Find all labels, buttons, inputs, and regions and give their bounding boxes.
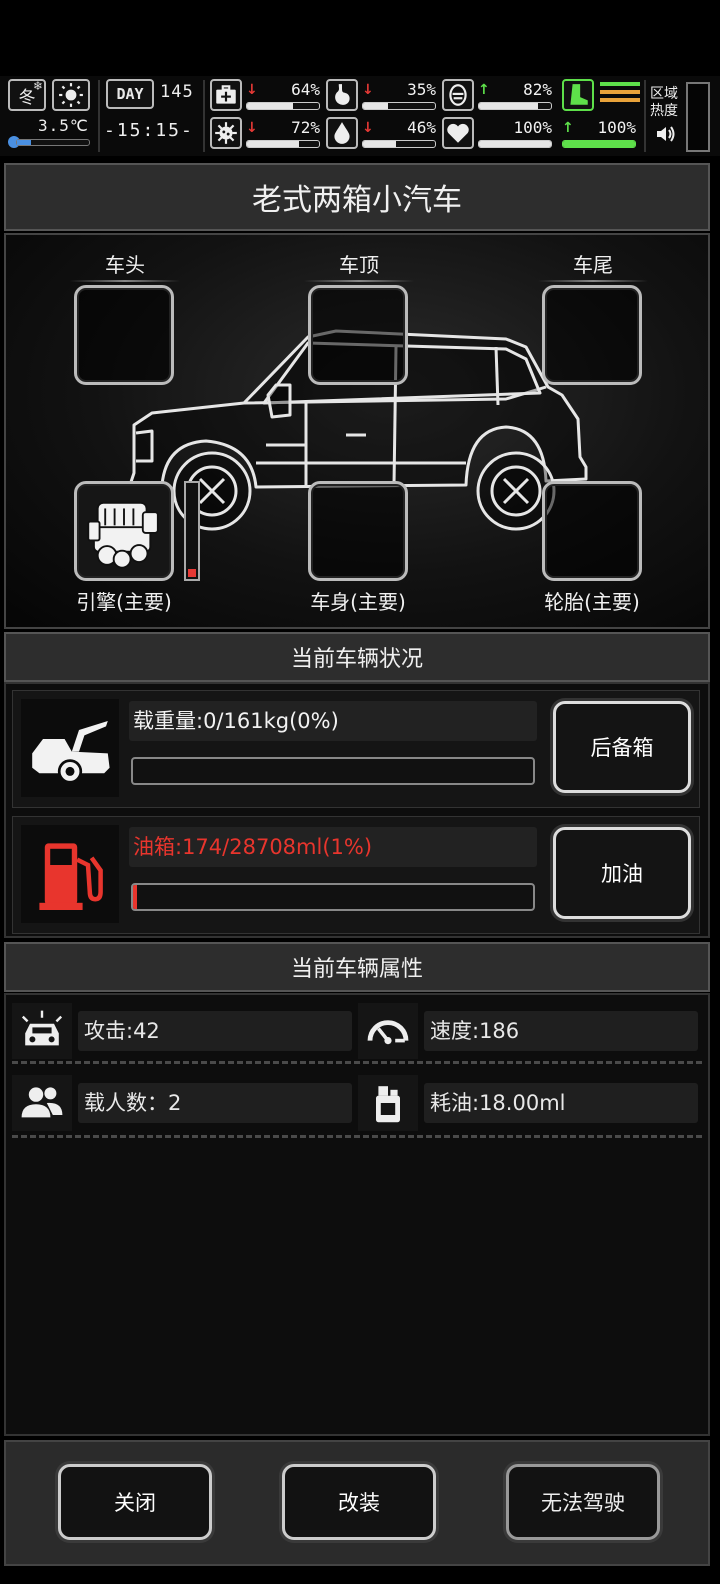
health-stat: ↓ 64% <box>246 80 324 114</box>
fuel-fill <box>133 885 137 909</box>
engine-level-meter <box>184 481 200 581</box>
slot-engine[interactable] <box>74 481 174 581</box>
car-crash-icon <box>12 1003 72 1059</box>
refuel-button[interactable]: 加油 <box>553 827 691 919</box>
fuel-text: 油箱:174/28708ml(1%) <box>129 827 537 867</box>
speaker-icon[interactable] <box>654 122 680 146</box>
slot-label-roof: 车顶 <box>304 249 414 282</box>
stamina-stat: ↑ 100% <box>562 118 640 152</box>
day-badge: DAY <box>106 79 154 109</box>
passengers-value: 载人数：2 <box>78 1083 352 1123</box>
stat-fill <box>479 141 551 147</box>
virus-icon <box>210 117 242 149</box>
people-icon <box>12 1075 72 1131</box>
fuel-pump-icon <box>21 825 119 923</box>
fuel-bar <box>131 883 535 911</box>
stat-fill <box>363 141 397 147</box>
engine-level-fill <box>188 569 196 577</box>
stat-value: 46% <box>407 118 436 137</box>
stat-value: 82% <box>523 80 552 99</box>
trunk-button[interactable]: 后备箱 <box>553 701 691 793</box>
vehicle-title-bar: 老式两箱小汽车 <box>4 163 710 231</box>
attributes-panel: 攻击:42 速度:186 载人数：2 耗油:18.00ml <box>4 993 710 1436</box>
temperature-gauge <box>8 136 90 148</box>
hunger-stat: ↓ 35% <box>362 80 440 114</box>
oil-can-icon <box>358 1075 418 1131</box>
thirst-stat: ↓ 46% <box>362 118 440 152</box>
status-title: 当前车辆状况 <box>290 647 423 672</box>
stat-fill <box>363 103 389 109</box>
slot-label-rear: 车尾 <box>538 249 648 282</box>
load-bar <box>131 757 535 785</box>
stat-fill <box>247 103 294 109</box>
modify-button[interactable]: 改装 <box>282 1464 436 1540</box>
temperature-readout: 3.5℃ <box>38 116 89 135</box>
heart-icon <box>442 117 474 149</box>
attack-attr: 攻击:42 <box>12 1003 352 1059</box>
fuel-consumption-value: 耗油:18.00ml <box>424 1083 698 1123</box>
region-heat-label: 区域 热度 <box>650 86 678 119</box>
sun-icon <box>52 79 90 111</box>
fuel-consumption-attr: 耗油:18.00ml <box>358 1075 698 1131</box>
stat-value: 100% <box>513 118 552 137</box>
region-heat-meter <box>686 82 710 152</box>
fuel-row: 油箱:174/28708ml(1%) 加油 <box>12 816 700 934</box>
attributes-title: 当前车辆属性 <box>290 957 423 982</box>
virus-stat: ↓ 72% <box>246 118 324 152</box>
slot-label-tires: 轮胎(主要) <box>544 590 640 614</box>
trend-arrow: ↑ <box>478 82 490 98</box>
stat-value: 72% <box>291 118 320 137</box>
divider <box>12 1135 702 1138</box>
slot-label-engine: 引擎(主要) <box>76 590 172 614</box>
slot-front[interactable] <box>74 285 174 385</box>
vehicle-parts-panel: 车头 车顶 车尾 引擎(主要) 车身(主要) 轮胎(主要) <box>4 233 710 629</box>
slot-label-front: 车头 <box>70 249 180 282</box>
face-icon <box>442 79 474 111</box>
engine-icon <box>87 501 159 569</box>
heart-stat: 100% <box>478 118 556 152</box>
trend-arrow: ↓ <box>362 82 374 98</box>
divider <box>12 1061 702 1064</box>
stat-fill <box>247 141 299 147</box>
slot-tires[interactable] <box>542 481 642 581</box>
passengers-attr: 载人数：2 <box>12 1075 352 1131</box>
trend-arrow: ↓ <box>362 120 374 136</box>
status-hud: 冬 ❄ 3.5℃ DAY 145 -15:15- ↓ 64% ↓ 72% ↓ 3… <box>0 76 720 156</box>
drive-button[interactable]: 无法驾驶 <box>506 1464 660 1540</box>
slot-body[interactable] <box>308 481 408 581</box>
stamina-lines <box>600 82 640 110</box>
mood-stat: ↑ 82% <box>478 80 556 114</box>
season-icon: 冬 ❄ <box>8 79 46 111</box>
load-row: 载重量:0/161kg(0%) 后备箱 <box>12 690 700 808</box>
slot-rear[interactable] <box>542 285 642 385</box>
stomach-icon <box>326 79 358 111</box>
stat-value: 100% <box>597 118 636 137</box>
stat-fill <box>479 103 539 109</box>
stat-value: 35% <box>407 80 436 99</box>
slot-roof[interactable] <box>308 285 408 385</box>
status-title-bar: 当前车辆状况 <box>4 632 710 682</box>
water-drop-icon <box>326 117 358 149</box>
day-number: 145 <box>160 82 194 102</box>
close-button[interactable]: 关闭 <box>58 1464 212 1540</box>
speed-value: 速度:186 <box>424 1011 698 1051</box>
trend-arrow: ↓ <box>246 82 258 98</box>
trend-arrow: ↑ <box>562 120 574 136</box>
stat-fill <box>563 141 635 147</box>
boot-icon <box>562 79 594 111</box>
stat-value: 64% <box>291 80 320 99</box>
speed-attr: 速度:186 <box>358 1003 698 1059</box>
slot-label-body: 车身(主要) <box>310 590 406 614</box>
clock-readout: -15:15- <box>104 120 194 141</box>
footer-bar: 关闭 改装 无法驾驶 <box>4 1440 710 1566</box>
car-trunk-icon <box>21 699 119 797</box>
medkit-icon <box>210 79 242 111</box>
trend-arrow: ↓ <box>246 120 258 136</box>
attributes-title-bar: 当前车辆属性 <box>4 942 710 992</box>
speedometer-icon <box>358 1003 418 1059</box>
load-text: 载重量:0/161kg(0%) <box>129 701 537 741</box>
vehicle-name: 老式两箱小汽车 <box>252 183 462 218</box>
attack-value: 攻击:42 <box>78 1011 352 1051</box>
